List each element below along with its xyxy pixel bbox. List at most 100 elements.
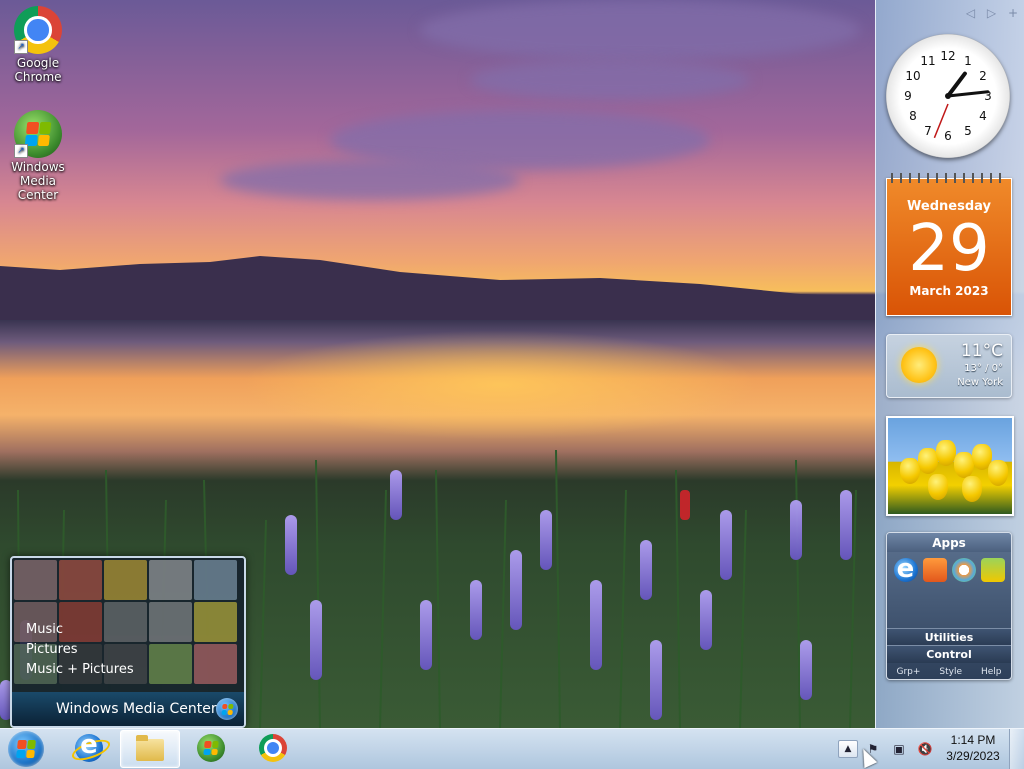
wallpaper-flower bbox=[590, 580, 602, 670]
wallpaper-flower bbox=[510, 550, 522, 630]
tulip-image bbox=[918, 448, 938, 474]
volume-muted-icon[interactable]: 🔇 bbox=[914, 738, 936, 760]
internet-explorer-icon bbox=[69, 730, 113, 765]
desktop-icon-windows-media-center[interactable]: ↗ Windows Media Center bbox=[0, 110, 76, 202]
apps-group-button[interactable]: Grp+ bbox=[896, 667, 920, 677]
tulip-image bbox=[900, 458, 920, 484]
clock-hour-hand bbox=[946, 71, 967, 98]
wallpaper-flower bbox=[840, 490, 852, 560]
media-center-title-suffix: Media Center bbox=[118, 701, 217, 717]
wallpaper-flower bbox=[800, 640, 812, 700]
taskbar-google-chrome[interactable] bbox=[244, 730, 302, 766]
media-center-thumbnail-preview[interactable]: Music Pictures Music + Pictures Windows … bbox=[10, 556, 246, 728]
wallpaper-flower bbox=[700, 590, 712, 650]
shortcut-arrow-icon: ↗ bbox=[14, 40, 28, 54]
wallpaper-flower bbox=[420, 600, 432, 670]
sidebar-controls: ◁ ▷ + bbox=[958, 6, 1018, 20]
slideshow-gadget[interactable] bbox=[886, 416, 1014, 516]
windows-logo-icon bbox=[216, 698, 238, 720]
windows-logo-icon bbox=[16, 740, 36, 758]
media-center-title: Windows Media Center bbox=[56, 692, 217, 726]
desktop-wallpaper: ↗ Google Chrome ↗ Windows Media Center M… bbox=[0, 0, 1024, 728]
tulip-image bbox=[962, 476, 982, 502]
apps-utilities-button[interactable]: Utilities bbox=[887, 628, 1011, 646]
apps-header: Apps bbox=[887, 533, 1011, 552]
apps-help-button[interactable]: Help bbox=[981, 667, 1002, 677]
windows-media-center-icon bbox=[197, 734, 225, 762]
desktop-icon-google-chrome[interactable]: ↗ Google Chrome bbox=[0, 6, 76, 84]
show-desktop-button[interactable] bbox=[1009, 729, 1024, 769]
calendar-month-year: March 2023 bbox=[909, 284, 989, 298]
taskbar-date: 3/29/2023 bbox=[946, 749, 1000, 763]
wallpaper-flower bbox=[470, 580, 482, 640]
calendar-day-number: 29 bbox=[908, 212, 990, 286]
svg-text:9: 9 bbox=[904, 89, 912, 103]
system-tray: ▲ ⚑ ▣ 🔇 bbox=[838, 733, 940, 765]
taskbar-time: 1:14 PM bbox=[950, 733, 996, 747]
media-player-icon[interactable] bbox=[922, 558, 947, 582]
taskbar-windows-media-center[interactable] bbox=[182, 730, 240, 766]
desktop-icon-label: Google Chrome bbox=[14, 56, 62, 84]
taskbar-clock[interactable]: 1:14 PM 3/29/2023 bbox=[940, 732, 1006, 764]
sidebar-add-gadget-button[interactable]: + bbox=[1008, 6, 1018, 20]
clock-face: 12 12 345 678 91011 bbox=[904, 49, 992, 143]
wallpaper-flower bbox=[285, 515, 297, 575]
svg-text:7: 7 bbox=[924, 124, 932, 138]
clock-minute-hand bbox=[946, 90, 990, 98]
clock-gadget[interactable]: 12 1 2 345 678 9 10 11 bbox=[886, 34, 1010, 158]
weather-city: New York bbox=[957, 377, 1003, 388]
taskbar-internet-explorer[interactable] bbox=[60, 730, 118, 766]
calendar-gadget[interactable]: Wednesday 29 March 2023 bbox=[886, 173, 1012, 316]
apps-style-button[interactable]: Style bbox=[939, 667, 962, 677]
internet-explorer-icon[interactable] bbox=[893, 554, 918, 584]
media-center-menu: Music Pictures Music + Pictures bbox=[26, 620, 134, 680]
media-center-menu-pictures[interactable]: Pictures bbox=[26, 640, 134, 660]
taskbar-file-explorer[interactable] bbox=[120, 730, 180, 768]
sidebar-next-button[interactable]: ▷ bbox=[987, 6, 996, 20]
wallpaper-cloud bbox=[220, 160, 520, 200]
paint-icon[interactable] bbox=[951, 558, 976, 582]
sun-icon bbox=[901, 347, 937, 383]
sidebar-previous-button[interactable]: ◁ bbox=[966, 6, 975, 20]
svg-text:5: 5 bbox=[964, 124, 972, 138]
media-center-menu-music[interactable]: Music bbox=[26, 620, 134, 640]
tulip-image bbox=[954, 452, 974, 478]
wallpaper-cloud bbox=[420, 0, 860, 60]
apps-icon-row bbox=[887, 552, 1011, 588]
wallpaper-flower bbox=[790, 500, 802, 560]
trophy-icon[interactable] bbox=[980, 558, 1005, 582]
wallpaper-flower bbox=[650, 640, 662, 720]
apps-footer: Grp+ Style Help bbox=[887, 667, 1011, 677]
tulip-image bbox=[928, 474, 948, 500]
svg-text:8: 8 bbox=[909, 109, 917, 123]
wallpaper-mountains bbox=[0, 256, 876, 320]
chrome-icon: ↗ bbox=[14, 6, 62, 54]
svg-text:11: 11 bbox=[920, 54, 935, 68]
wallpaper-flower bbox=[720, 510, 732, 580]
svg-text:4: 4 bbox=[979, 109, 987, 123]
tulip-image bbox=[988, 460, 1008, 486]
svg-text:1: 1 bbox=[964, 54, 972, 68]
wallpaper-flower bbox=[310, 600, 322, 680]
tulip-image bbox=[936, 440, 956, 466]
show-hidden-icons-button[interactable]: ▲ bbox=[838, 740, 858, 758]
svg-text:6: 6 bbox=[944, 129, 952, 143]
wallpaper-flower bbox=[640, 540, 652, 600]
network-icon[interactable]: ▣ bbox=[888, 738, 910, 760]
weather-gadget[interactable]: 11°C 13° / 0° New York bbox=[886, 334, 1012, 398]
wallpaper-cloud bbox=[470, 60, 750, 100]
chrome-icon bbox=[259, 734, 287, 762]
apps-control-button[interactable]: Control bbox=[887, 645, 1011, 663]
shortcut-arrow-icon: ↗ bbox=[14, 144, 28, 158]
weather-high-low: 13° / 0° bbox=[964, 363, 1003, 374]
gadget-sidebar: ◁ ▷ + 12 1 2 345 678 9 10 11 Wednesday 29 Ma… bbox=[875, 0, 1024, 728]
wallpaper-red-flower bbox=[680, 490, 690, 520]
media-center-title-bar: Windows Media Center bbox=[12, 692, 244, 726]
start-button[interactable] bbox=[8, 731, 44, 767]
svg-text:10: 10 bbox=[905, 69, 920, 83]
media-center-title-prefix: Windows bbox=[56, 701, 119, 717]
apps-gadget[interactable]: Apps Utilities Control Grp+ Style Help bbox=[886, 532, 1012, 680]
wallpaper-flower bbox=[390, 470, 402, 520]
calendar-rings bbox=[891, 173, 1007, 183]
media-center-menu-music-pictures[interactable]: Music + Pictures bbox=[26, 660, 134, 680]
